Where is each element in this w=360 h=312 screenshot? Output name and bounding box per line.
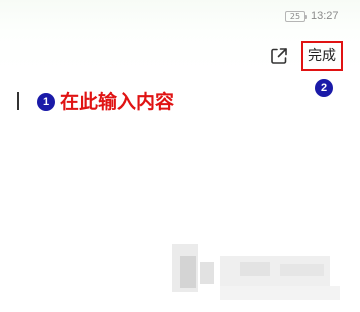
blur-block [280, 264, 324, 276]
status-bar: 25 13:27 [0, 0, 360, 34]
blur-block [240, 262, 270, 276]
content-input-hint[interactable]: 在此输入内容 [60, 89, 174, 115]
blur-block [180, 256, 196, 288]
status-time: 13:27 [311, 10, 339, 22]
step-one-badge: 1 [37, 93, 55, 111]
text-cursor[interactable] [17, 92, 19, 110]
blurred-region [160, 232, 360, 312]
open-external-icon[interactable] [270, 47, 288, 65]
done-button[interactable]: 完成 [303, 45, 341, 67]
blur-block [200, 262, 214, 284]
blur-block [220, 286, 340, 300]
battery-level: 25 [289, 12, 301, 21]
battery-icon: 25 [285, 11, 307, 22]
step-two-badge: 2 [315, 79, 333, 97]
